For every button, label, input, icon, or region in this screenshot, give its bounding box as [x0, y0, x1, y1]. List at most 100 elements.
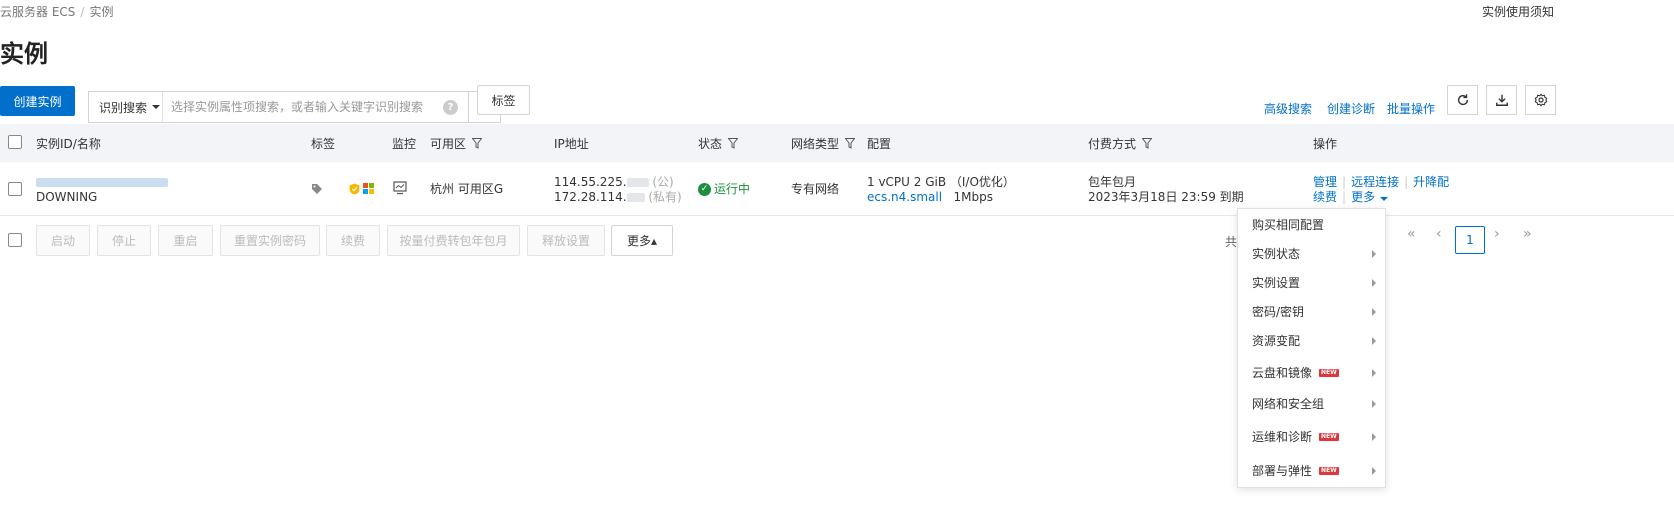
more-actions-label: 更多 — [1351, 190, 1376, 204]
create-diagnosis-link[interactable]: 创建诊断 — [1327, 100, 1375, 117]
tag-button[interactable]: 标签 — [477, 85, 530, 115]
more-actions-link[interactable]: 更多 — [1351, 190, 1389, 204]
row-actions: 管理 | 远程连接 | 升降配 — [1313, 174, 1449, 190]
chevron-right-icon — [1372, 307, 1376, 316]
chevron-right-icon — [1372, 249, 1376, 258]
search-type-label: 识别搜索 — [99, 100, 148, 115]
menu-item-password-key[interactable]: 密码/密钥 — [1252, 303, 1376, 320]
notice-link[interactable]: 实例使用须知 — [1482, 3, 1554, 20]
release-settings-button[interactable]: 释放设置 — [527, 225, 605, 256]
windows-icon — [363, 183, 374, 194]
ip-private: 172.28.114. (私有) — [554, 189, 682, 205]
row-checkbox[interactable] — [8, 182, 22, 196]
col-network[interactable]: 网络类型 — [791, 135, 856, 152]
instance-id-link[interactable] — [36, 174, 168, 190]
chevron-right-icon — [1372, 432, 1376, 441]
menu-item-label: 云盘和镜像 — [1252, 366, 1313, 380]
col-billing[interactable]: 付费方式 — [1088, 135, 1153, 152]
menu-item-instance-settings[interactable]: 实例设置 — [1252, 274, 1376, 291]
refresh-button[interactable] — [1447, 85, 1478, 115]
help-icon[interactable]: ? — [443, 99, 458, 115]
menu-item-network-security[interactable]: 网络和安全组 — [1252, 395, 1376, 412]
current-page[interactable]: 1 — [1455, 226, 1485, 254]
breadcrumb-separator: / — [80, 5, 85, 19]
reset-password-button[interactable]: 重置实例密码 — [220, 225, 320, 256]
billing-type: 包年包月 — [1088, 175, 1137, 189]
ip-public-tag: (公) — [652, 175, 674, 189]
menu-item-label: 密码/密钥 — [1252, 305, 1305, 319]
create-instance-button[interactable]: 创建实例 — [0, 86, 75, 116]
convert-billing-button[interactable]: 按量付费转包年包月 — [387, 225, 520, 256]
ip-private-tag: (私有) — [648, 190, 682, 204]
tag-icon[interactable] — [311, 183, 323, 195]
col-zone[interactable]: 可用区 — [430, 135, 483, 152]
row-actions-2: 续费 | 更多 — [1313, 189, 1389, 205]
chevron-right-icon — [1372, 336, 1376, 345]
config-type-line: ecs.n4.small 1Mbps — [867, 189, 993, 205]
ip-public: 114.55.225. (公) — [554, 174, 674, 190]
filter-icon — [1142, 138, 1153, 149]
menu-item-label: 实例设置 — [1252, 276, 1301, 290]
first-page-button[interactable]: « — [1407, 226, 1416, 242]
chevron-down-icon — [152, 105, 161, 109]
col-actions: 操作 — [1313, 137, 1338, 151]
search-bar: 识别搜索 ? — [88, 91, 501, 123]
instance-name: DOWNING — [36, 190, 98, 204]
billing-expiry: 2023年3月18日 23:59 到期 — [1088, 190, 1244, 204]
select-all-checkbox[interactable] — [8, 135, 22, 149]
restart-button[interactable]: 重启 — [158, 225, 213, 256]
menu-item-label: 资源变配 — [1252, 334, 1301, 348]
col-monitor: 监控 — [392, 137, 417, 151]
remote-connect-link[interactable]: 远程连接 — [1351, 175, 1399, 189]
menu-item-instance-status[interactable]: 实例状态 — [1252, 245, 1376, 262]
divider: | — [1342, 175, 1347, 189]
status-badge: ✓ 运行中 — [698, 181, 750, 197]
breadcrumb: 云服务器 ECS / 实例 — [0, 3, 113, 20]
menu-item-buy-same[interactable]: 购买相同配置 — [1252, 216, 1376, 233]
chevron-right-icon — [1372, 368, 1376, 377]
menu-item-ops-diagnosis[interactable]: 运维和诊断 NEW — [1252, 428, 1376, 445]
col-billing-label: 付费方式 — [1088, 137, 1137, 151]
menu-item-resource-change[interactable]: 资源变配 — [1252, 332, 1376, 349]
breadcrumb-root[interactable]: 云服务器 ECS — [0, 5, 75, 19]
menu-item-label: 实例状态 — [1252, 247, 1301, 261]
manage-link[interactable]: 管理 — [1313, 175, 1337, 189]
chevron-right-icon — [1372, 399, 1376, 408]
col-status[interactable]: 状态 — [698, 135, 739, 152]
download-button[interactable] — [1486, 85, 1517, 115]
last-page-button[interactable]: » — [1523, 226, 1532, 242]
ip-public-value: 114.55.225. — [554, 175, 627, 189]
instance-type-link[interactable]: ecs.n4.small — [867, 190, 942, 204]
menu-item-label: 购买相同配置 — [1252, 218, 1325, 232]
advanced-search-link[interactable]: 高级搜索 — [1264, 100, 1312, 117]
redacted-ip — [626, 178, 649, 187]
col-status-label: 状态 — [698, 137, 723, 151]
settings-button[interactable] — [1525, 85, 1556, 115]
renew-button[interactable]: 续费 — [326, 225, 380, 256]
monitor-icon[interactable] — [393, 181, 407, 195]
search-type-select[interactable]: 识别搜索 — [89, 92, 163, 122]
menu-item-label: 运维和诊断 — [1252, 430, 1313, 444]
bandwidth-value: 1Mbps — [953, 190, 994, 204]
batch-select-checkbox[interactable] — [8, 233, 22, 247]
chevron-right-icon — [1372, 466, 1376, 475]
more-batch-button[interactable]: 更多▴ — [611, 225, 673, 256]
stop-button[interactable]: 停止 — [97, 225, 151, 256]
zone-value: 杭州 可用区G — [430, 182, 504, 196]
col-id-name: 实例ID/名称 — [36, 137, 101, 151]
menu-item-disk-image[interactable]: 云盘和镜像 NEW — [1252, 364, 1376, 381]
row-divider — [0, 215, 1674, 216]
menu-item-deploy-elastic[interactable]: 部署与弹性 NEW — [1252, 462, 1376, 479]
prev-page-button[interactable]: ‹ — [1436, 226, 1442, 242]
batch-ops-link[interactable]: 批量操作 — [1387, 100, 1435, 117]
start-button[interactable]: 启动 — [36, 225, 90, 256]
upgrade-link[interactable]: 升降配 — [1413, 175, 1449, 189]
gear-icon — [1534, 93, 1547, 107]
status-text: 运行中 — [714, 182, 751, 196]
renew-link[interactable]: 续费 — [1313, 190, 1337, 204]
config-spec: 1 vCPU 2 GiB （I/O优化） — [867, 175, 1015, 189]
menu-item-label: 部署与弹性 — [1252, 464, 1313, 478]
new-badge: NEW — [1319, 432, 1339, 441]
next-page-button[interactable]: › — [1494, 226, 1500, 242]
search-input[interactable] — [163, 92, 443, 122]
